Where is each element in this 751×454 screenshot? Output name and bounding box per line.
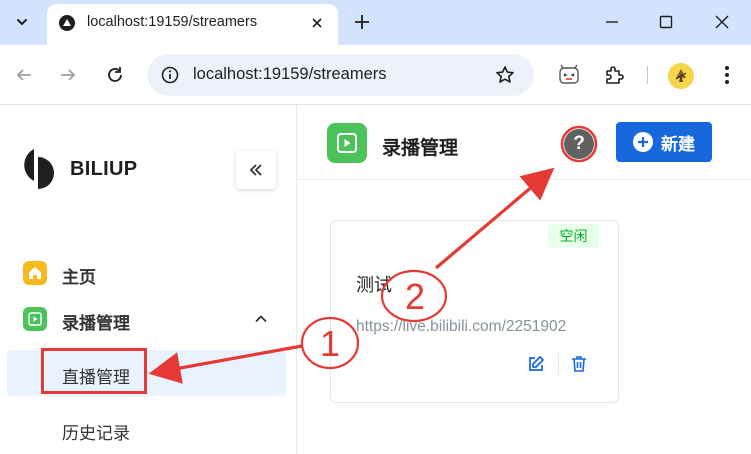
streamer-name: 测试	[356, 275, 392, 295]
header-divider	[297, 179, 751, 180]
site-info-icon[interactable]	[159, 64, 181, 86]
sidebar: BILIUP 主页 录播管理 直播管理 历史记录	[0, 105, 297, 454]
back-button[interactable]	[8, 59, 40, 91]
delete-button[interactable]	[568, 353, 590, 375]
streamer-url: https://live.bilibili.com/2251902	[356, 318, 567, 335]
chevron-up-icon[interactable]	[252, 310, 270, 328]
chevron-down-icon	[17, 19, 27, 26]
trash-icon	[572, 356, 586, 372]
action-divider	[558, 353, 559, 375]
extensions-puzzle-icon[interactable]	[599, 60, 629, 90]
browser-tab[interactable]: localhost:19159/streamers	[47, 4, 338, 45]
help-icon[interactable]: ?	[564, 129, 594, 159]
tab-search-button[interactable]	[6, 6, 38, 38]
sidebar-item-label: 录播管理	[62, 314, 130, 333]
close-window-button[interactable]	[708, 8, 736, 36]
browser-toolbar: localhost:19159/streamers	[0, 45, 751, 105]
sidebar-item-label: 主页	[62, 268, 96, 287]
collapse-sidebar-button[interactable]	[236, 151, 276, 189]
edit-icon	[529, 356, 544, 371]
video-icon	[23, 307, 47, 331]
minimize-icon	[606, 21, 618, 23]
sidebar-subitem-label: 历史记录	[62, 424, 130, 443]
tab-title: localhost:19159/streamers	[87, 14, 258, 30]
page-video-icon	[327, 123, 367, 163]
maximize-icon	[659, 15, 673, 29]
reload-button[interactable]	[99, 59, 131, 91]
plus-circle-icon	[633, 132, 653, 152]
address-bar[interactable]: localhost:19159/streamers	[147, 54, 534, 96]
page-title: 录播管理	[382, 138, 459, 159]
address-url: localhost:19159/streamers	[193, 65, 387, 83]
favicon-icon	[59, 15, 75, 31]
new-button-label: 新建	[661, 134, 695, 154]
status-badge: 空闲	[548, 224, 599, 248]
double-chevron-left-icon	[249, 164, 262, 176]
sidebar-item-home[interactable]: 主页	[0, 252, 296, 294]
tab-close-button[interactable]	[307, 13, 327, 33]
arrow-right-icon	[61, 69, 76, 81]
reload-icon	[108, 67, 122, 82]
new-streamer-button[interactable]: 新建	[616, 122, 712, 162]
new-tab-button[interactable]	[350, 10, 374, 34]
sidebar-item-recording[interactable]: 录播管理	[0, 298, 296, 340]
forward-button[interactable]	[52, 59, 84, 91]
annotation-highlight-box	[41, 348, 147, 394]
browser-tab-bar: localhost:19159/streamers	[0, 0, 751, 45]
maximize-button[interactable]	[652, 8, 680, 36]
toolbar-divider	[647, 66, 648, 84]
biliup-logo	[18, 147, 56, 189]
arrow-left-icon	[16, 69, 31, 81]
minimize-button[interactable]	[598, 8, 626, 36]
plus-icon	[355, 15, 369, 29]
extension-face-icon[interactable]	[554, 60, 584, 90]
sidebar-subitem-history[interactable]: 历史记录	[7, 406, 286, 452]
close-icon	[715, 15, 729, 29]
brand-name: BILIUP	[70, 158, 138, 180]
bookmark-star-icon[interactable]	[493, 63, 517, 87]
close-icon	[312, 18, 322, 28]
edit-button[interactable]	[525, 353, 547, 375]
streamer-card: 空闲 测试 https://live.bilibili.com/2251902	[330, 220, 619, 403]
profile-avatar[interactable]	[668, 63, 694, 89]
home-icon	[23, 261, 47, 285]
browser-menu-icon[interactable]	[712, 60, 742, 90]
